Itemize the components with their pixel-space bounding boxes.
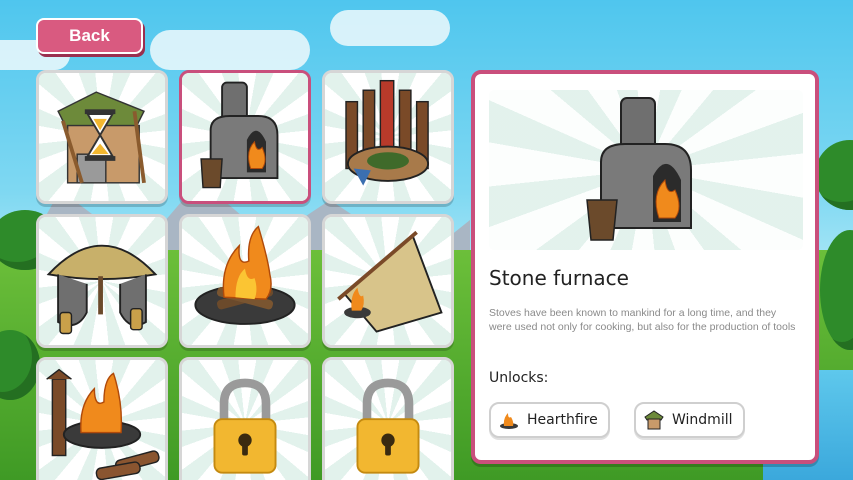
building-card-lean-to-shelter[interactable] (322, 214, 454, 348)
building-description: Stoves have been known to mankind for a … (489, 307, 796, 333)
padlock-icon (213, 378, 277, 474)
unlock-label: Hearthfire (527, 412, 598, 428)
lean-to-shelter-icon (337, 230, 443, 333)
building-card-totem-fire[interactable] (36, 357, 168, 480)
totem-fire-icon (46, 368, 160, 480)
campfire-icon (500, 413, 518, 429)
campfire-icon (194, 225, 296, 325)
building-card-stone-furnace[interactable] (179, 70, 311, 204)
building-card-wooden-shrine[interactable] (322, 70, 454, 204)
back-button[interactable]: Back (36, 18, 143, 54)
windmill-icon (644, 410, 664, 430)
unlock-label: Windmill (672, 412, 733, 428)
stone-furnace-icon (200, 81, 279, 189)
building-details-panel: Stone furnace Stoves have been known to … (471, 70, 819, 464)
unlock-chip-hearthfire[interactable]: Hearthfire (489, 402, 610, 438)
building-card-thatched-hut[interactable] (36, 214, 168, 348)
stone-furnace-icon (586, 97, 692, 241)
building-card-locked[interactable] (322, 357, 454, 480)
building-card-campfire[interactable] (179, 214, 311, 348)
wooden-shrine-icon (345, 79, 430, 186)
padlock-icon (356, 378, 420, 474)
building-card-locked[interactable] (179, 357, 311, 480)
building-title: Stone furnace (489, 266, 629, 290)
building-card-windmill[interactable] (36, 70, 168, 204)
windmill-icon (57, 91, 146, 184)
thatched-hut-icon (46, 244, 158, 335)
unlock-chip-windmill[interactable]: Windmill (634, 402, 745, 438)
unlocks-label: Unlocks: (489, 370, 549, 386)
building-preview (489, 90, 803, 250)
